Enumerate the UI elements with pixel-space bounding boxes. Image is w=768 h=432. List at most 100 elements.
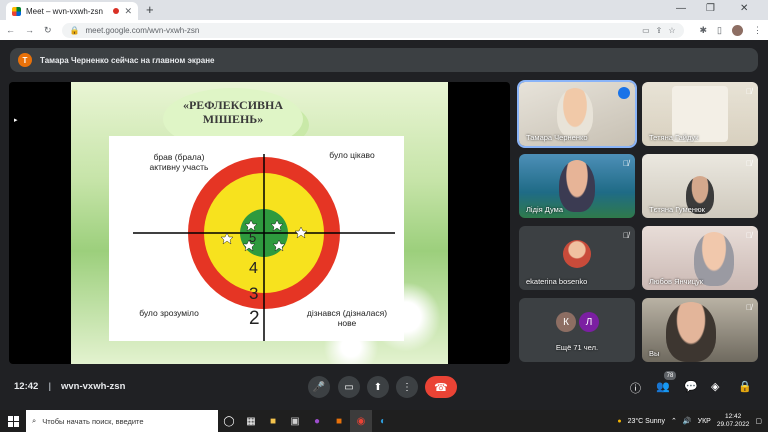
- hangup-icon: ☎: [434, 381, 448, 394]
- participant-tile[interactable]: Тамара Черненко: [517, 80, 637, 148]
- leave-call-button[interactable]: ☎: [425, 376, 457, 398]
- new-tab-button[interactable]: +: [146, 2, 154, 17]
- participant-tile[interactable]: 🎙̸ ekaterina bosenko: [519, 226, 635, 290]
- muted-mic-icon: 🎙̸: [623, 159, 629, 168]
- system-clock[interactable]: 12:42 29.07.2022: [717, 413, 750, 429]
- meeting-code: wvn-vxwh-zsn: [60, 381, 126, 392]
- participant-name: ekaterina bosenko: [526, 277, 588, 286]
- participant-name: Тєтяна Гуменюк: [649, 205, 705, 214]
- presenter-avatar: Т: [18, 53, 32, 67]
- participant-video: [557, 88, 593, 138]
- forward-icon[interactable]: →: [25, 25, 34, 35]
- minimize-window-icon[interactable]: —: [676, 3, 686, 14]
- bookmark-star-icon[interactable]: ☆: [668, 26, 675, 35]
- file-explorer-icon[interactable]: ■: [262, 410, 284, 432]
- chrome-icon[interactable]: ◉: [350, 410, 372, 432]
- volume-icon[interactable]: 🔊: [683, 417, 692, 425]
- participant-avatar: К: [556, 312, 576, 332]
- camera-button[interactable]: ▭: [338, 376, 360, 398]
- muted-mic-icon: 🎙̸: [746, 231, 752, 240]
- participant-video: [559, 160, 595, 212]
- back-icon[interactable]: ←: [6, 25, 15, 35]
- edge-icon[interactable]: ◐: [372, 410, 394, 432]
- presentation-app-icon[interactable]: ■: [328, 410, 350, 432]
- speaking-indicator-icon: [618, 87, 630, 99]
- ring-number-2: 2: [249, 308, 260, 329]
- store-icon[interactable]: ▣: [284, 410, 306, 432]
- close-tab-icon[interactable]: ✕: [124, 6, 132, 17]
- participant-count-badge: 78: [664, 371, 676, 380]
- participant-tile[interactable]: 🎙̸ Тєтяна Гуменюк: [642, 154, 758, 218]
- task-view-icon[interactable]: ◯: [218, 410, 240, 432]
- more-participants-tile[interactable]: К Л Ещё 71 чел.: [519, 298, 635, 362]
- participant-tile[interactable]: 🎙̸ Любов Янчицук: [642, 226, 758, 290]
- weather-sun-icon: ●: [617, 417, 622, 425]
- participant-tile[interactable]: 🎙̸ Тетяна Гайдук: [642, 82, 758, 146]
- extensions-icon[interactable]: ✱: [700, 25, 708, 36]
- participant-avatar: Л: [579, 312, 599, 332]
- browser-menu-icon[interactable]: ⋮: [753, 25, 762, 36]
- camera-icon: ▭: [344, 381, 354, 393]
- present-button[interactable]: ⬆: [367, 376, 389, 398]
- more-participants-label: Ещё 71 чел.: [555, 343, 599, 352]
- microphone-button[interactable]: 🎤: [308, 376, 330, 398]
- shared-screen[interactable]: ▸ «РЕФЛЕКСИВНА МІШЕНЬ» брав (брала) акти…: [9, 82, 510, 364]
- url-text: meet.google.com/wvn-vxwh-zsn: [85, 25, 200, 35]
- profile-avatar[interactable]: [732, 24, 743, 36]
- start-button[interactable]: [0, 410, 26, 432]
- separator: |: [48, 381, 51, 392]
- windows-logo-icon: [7, 415, 19, 427]
- meeting-details-button[interactable]: ⓘ: [630, 380, 641, 396]
- mic-icon: 🎤: [312, 381, 326, 393]
- camera-permission-icon[interactable]: ▭: [642, 26, 650, 35]
- tab-title: Meet – wvn-vxwh-zsn: [26, 6, 103, 16]
- label-learned-new: дізнався (дізналася) нове: [306, 308, 388, 328]
- widgets-icon[interactable]: ▦: [240, 410, 262, 432]
- participant-name: Лідія Дума: [526, 205, 564, 214]
- recording-dot-icon: [113, 8, 120, 14]
- weather-text: 23°C Sunny: [627, 417, 666, 425]
- browser-toolbar: ← → ↻ 🔒 meet.google.com/wvn-vxwh-zsn ▭ ⇪…: [0, 20, 768, 40]
- self-view-tile[interactable]: 🎙̸ Вы: [642, 298, 758, 362]
- maximize-window-icon[interactable]: ❐: [706, 3, 715, 14]
- meeting-time: 12:42: [14, 381, 39, 392]
- muted-mic-icon: 🎙̸: [746, 303, 752, 312]
- host-controls-button[interactable]: 🔒: [738, 380, 752, 393]
- more-options-button[interactable]: ⋮: [396, 376, 418, 398]
- taskbar-search[interactable]: ⌕ Чтобы начать поиск, введите: [26, 410, 218, 432]
- tray-up-arrow-icon[interactable]: ⌃: [671, 417, 677, 425]
- participant-name: Тетяна Гайдук: [649, 133, 699, 142]
- presenting-banner: Т Тамара Черненко сейчас на главном экра…: [10, 48, 758, 72]
- taskbar-search-placeholder: Чтобы начать поиск, введите: [42, 416, 144, 426]
- participant-name: Любов Янчицук: [649, 277, 704, 286]
- chat-button[interactable]: 💬: [684, 380, 698, 393]
- ring-number-3: 3: [249, 284, 259, 303]
- close-window-icon[interactable]: ✕: [740, 3, 748, 14]
- ring-number-5: 5: [249, 230, 257, 245]
- search-icon: ⌕: [32, 416, 37, 425]
- language-indicator[interactable]: УКР: [698, 418, 711, 425]
- present-screen-icon: ⬆: [373, 381, 383, 393]
- label-active-participation: брав (брала) активну участь: [149, 152, 209, 172]
- lock-icon: 🔒: [69, 25, 80, 35]
- meeting-info: 12:42 | wvn-vxwh-zsn: [14, 381, 125, 392]
- sidebar-icon[interactable]: ▯: [717, 25, 722, 36]
- participant-tile[interactable]: 🎙̸ Лідія Дума: [519, 154, 635, 218]
- participant-name: Тамара Черненко: [526, 133, 588, 142]
- muted-mic-icon: 🎙̸: [746, 159, 752, 168]
- activities-button[interactable]: ◈: [711, 380, 719, 393]
- browser-tab[interactable]: Meet – wvn-vxwh-zsn ✕: [6, 2, 138, 20]
- address-bar[interactable]: 🔒 meet.google.com/wvn-vxwh-zsn ▭ ⇪ ☆: [61, 22, 684, 38]
- people-button[interactable]: 👥: [656, 380, 670, 393]
- presentation-slide: «РЕФЛЕКСИВНА МІШЕНЬ» брав (брала) активн…: [71, 82, 448, 364]
- notifications-icon[interactable]: ▢: [755, 417, 762, 425]
- presenting-banner-text: Тамара Черненко сейчас на главном экране: [40, 55, 215, 65]
- participant-name: Вы: [649, 349, 660, 358]
- cursor-icon: ▸: [14, 117, 18, 124]
- more-vert-icon: ⋮: [402, 381, 412, 393]
- viber-icon[interactable]: ●: [306, 410, 328, 432]
- reload-icon[interactable]: ↻: [44, 25, 52, 36]
- target-board: брав (брала) активну участь було цікаво …: [109, 136, 404, 341]
- browser-tab-strip: Meet – wvn-vxwh-zsn ✕ + — ❐ ✕: [0, 0, 768, 20]
- share-icon[interactable]: ⇪: [656, 26, 663, 35]
